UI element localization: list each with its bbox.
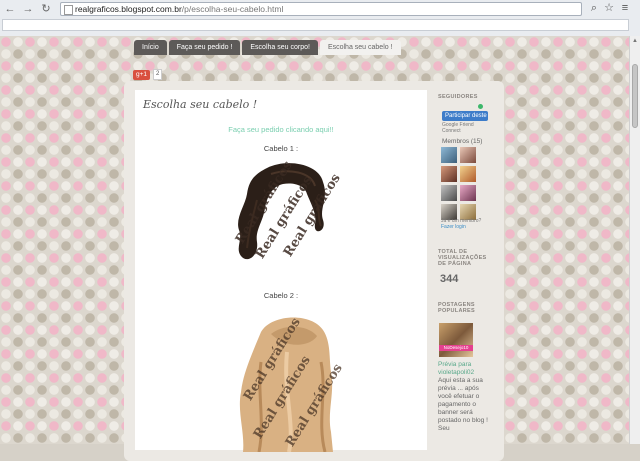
popular-post-title[interactable]: Prévia para violetapoli02 bbox=[438, 361, 488, 377]
member-avatars bbox=[441, 147, 476, 220]
search-icon[interactable]: ⌕ bbox=[588, 2, 600, 14]
tab-escolha-seu-cabelo[interactable]: Escolha seu cabelo ! bbox=[319, 40, 401, 55]
gplus-count: 2 bbox=[153, 69, 163, 80]
scrollbar-thumb[interactable] bbox=[632, 64, 638, 128]
order-link[interactable]: Faça seu pedido clicando aqui!! bbox=[135, 125, 427, 134]
avatar[interactable] bbox=[441, 166, 457, 182]
avatar[interactable] bbox=[460, 166, 476, 182]
scroll-up-icon[interactable]: ▲ bbox=[632, 38, 638, 44]
browser-toolbar: ← → ↻ realgraficos.blogspot.com.br/p/esc… bbox=[0, 0, 640, 37]
members-label: Membros (15) bbox=[442, 138, 483, 145]
follow-button[interactable]: Participar deste site bbox=[442, 111, 488, 121]
followers-heading: SEGUIDORES bbox=[438, 94, 478, 100]
avatar[interactable] bbox=[441, 147, 457, 163]
refresh-icon[interactable]: ↻ bbox=[40, 3, 52, 15]
back-arrow-icon[interactable]: ← bbox=[4, 3, 16, 15]
gplus-button[interactable]: g+1 bbox=[133, 69, 151, 80]
avatar[interactable] bbox=[460, 147, 476, 163]
tab-faca-seu-pedido[interactable]: Faça seu pedido ! bbox=[168, 40, 241, 55]
address-bar[interactable]: realgraficos.blogspot.com.br/p/escolha-s… bbox=[60, 2, 582, 16]
post-body: Escolha seu cabelo ! Faça seu pedido cli… bbox=[135, 90, 427, 452]
gfc-text: Google Friend Connect bbox=[442, 122, 474, 134]
popular-heading: POSTAGENS POPULARES bbox=[438, 302, 475, 314]
page-icon bbox=[64, 5, 73, 15]
menu-icon[interactable]: ≡ bbox=[619, 2, 631, 14]
post-title: Escolha seu cabelo ! bbox=[143, 98, 258, 111]
avatar[interactable] bbox=[460, 185, 476, 201]
bookmarks-bar bbox=[2, 19, 629, 31]
scrollbar[interactable]: ▲ bbox=[629, 36, 640, 444]
url-text: realgraficos.blogspot.com.br/p/escolha-s… bbox=[75, 4, 284, 14]
login-link[interactable]: Fazer login bbox=[441, 224, 466, 230]
blog-tabs: Início Faça seu pedido ! Escolha seu cor… bbox=[134, 40, 401, 55]
views-count: 344 bbox=[440, 273, 459, 285]
popular-post-snippet: Aqui esta a sua prévia ... após você efe… bbox=[438, 377, 488, 432]
popular-post-image[interactable]: NoDesejo10 bbox=[439, 323, 473, 357]
tab-escolha-seu-corpo[interactable]: Escolha seu corpo! bbox=[242, 40, 318, 55]
popular-image-tag: NoDesejo10 bbox=[439, 345, 473, 351]
tab-inicio[interactable]: Início bbox=[134, 40, 167, 55]
gplus-widget: g+1 2 bbox=[133, 69, 163, 80]
views-heading: TOTAL DE VISUALIZAÇÕES DE PÁGINA bbox=[438, 249, 487, 267]
star-icon[interactable]: ☆ bbox=[603, 2, 615, 14]
hair-1-label: Cabelo 1 : bbox=[263, 144, 299, 153]
hair-2-label: Cabelo 2 : bbox=[263, 291, 299, 300]
avatar[interactable] bbox=[441, 185, 457, 201]
forward-arrow-icon[interactable]: → bbox=[22, 3, 34, 15]
follow-widget-icon bbox=[478, 104, 483, 109]
